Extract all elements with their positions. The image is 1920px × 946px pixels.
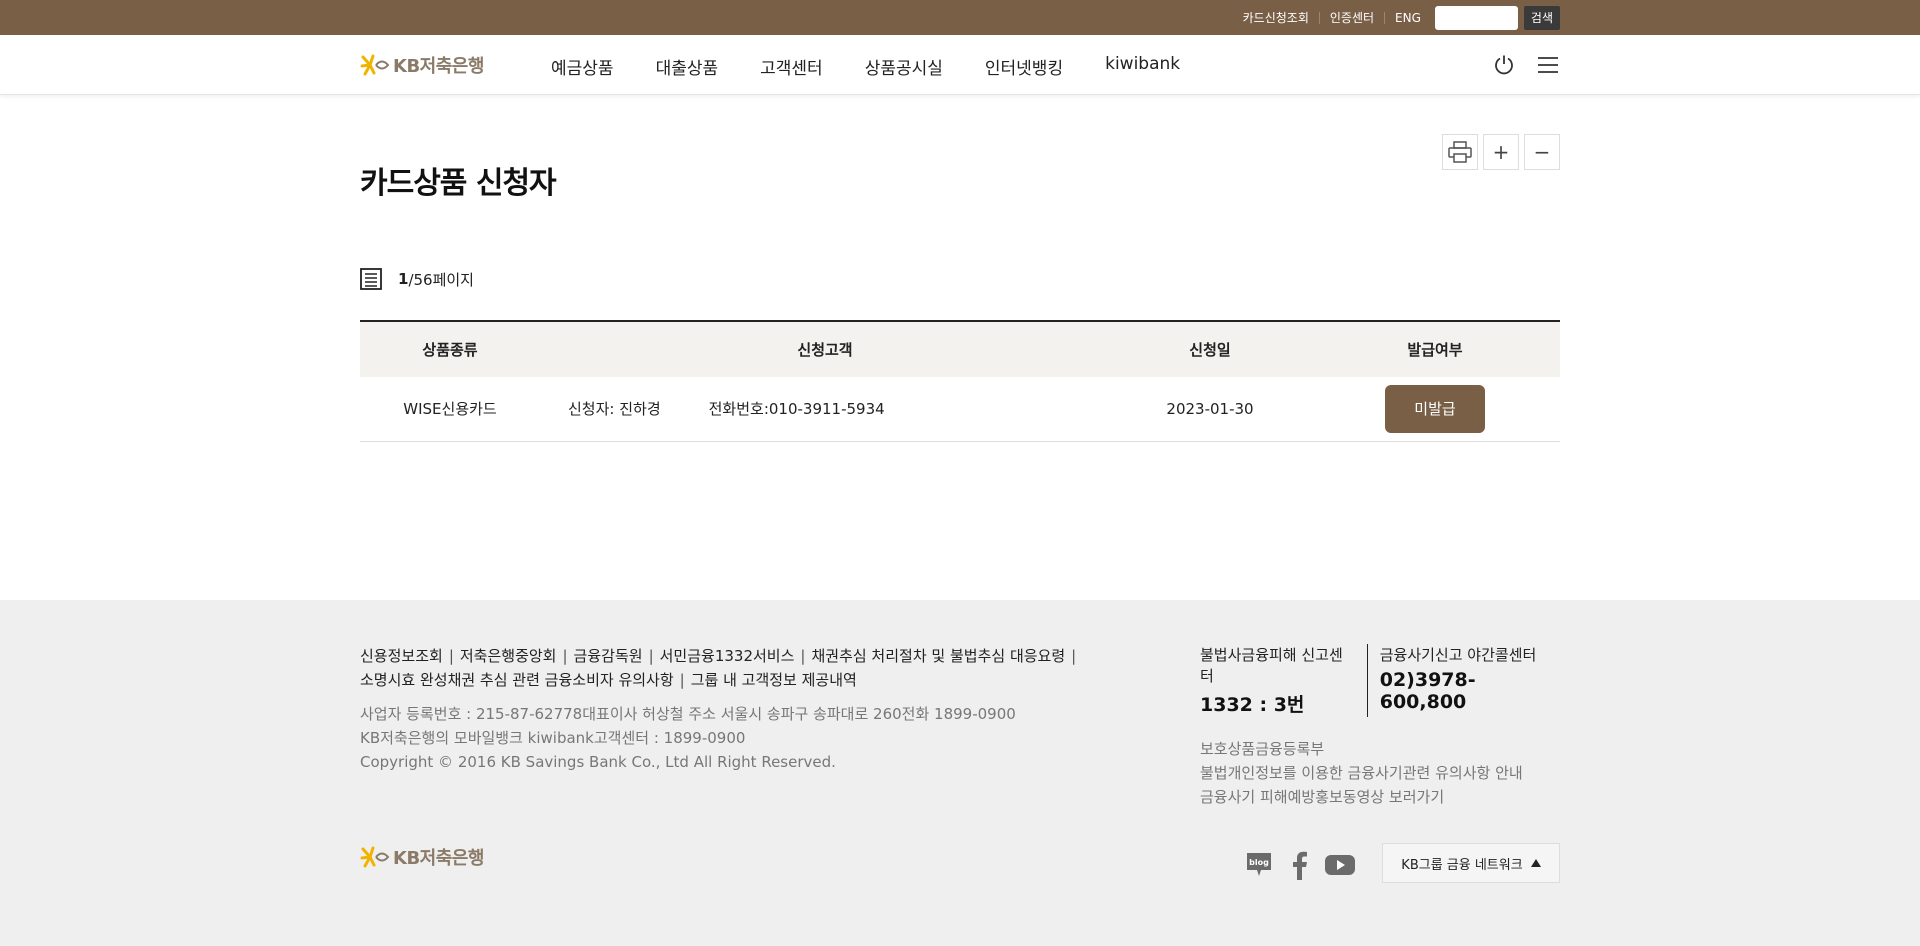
status-cell: 미발급 — [1310, 377, 1560, 442]
nav-customer-center[interactable]: 고객센터 — [760, 54, 823, 79]
copyright: Copyright © 2016 KB Savings Bank Co., Lt… — [360, 753, 836, 771]
center-label: 금융사기신고 야간콜센터 — [1379, 646, 1537, 664]
divider: | — [800, 647, 806, 665]
total-pages: /56페이지 — [408, 270, 474, 289]
center-number: 02)3978-600,800 — [1379, 669, 1476, 713]
nav-internet-banking[interactable]: 인터넷뱅킹 — [985, 54, 1063, 79]
nav-loan[interactable]: 대출상품 — [656, 54, 719, 79]
zoom-in-button[interactable]: + — [1483, 134, 1519, 170]
utility-links: 카드신청조회 인증센터 ENG — [1233, 11, 1431, 24]
footer-link-1332[interactable]: 서민금융1332서비스 — [660, 647, 795, 665]
nav-product-disclosure[interactable]: 상품공시실 — [865, 54, 943, 79]
fraud-night-center: 금융사기신고 야간콜센터 02)3978-600,800 — [1380, 644, 1560, 717]
page-info: 1/56페이지 — [360, 268, 474, 290]
divider: | — [648, 647, 654, 665]
print-icon — [1448, 141, 1472, 163]
nav-kiwibank[interactable]: kiwibank — [1105, 54, 1180, 79]
divider: | — [448, 647, 454, 665]
footer-right-links: 보호상품금융등록부 불법개인정보를 이용한 금융사기관련 유의사항 안내 금융사… — [1200, 737, 1560, 809]
footer-link-fss[interactable]: 금융감독원 — [574, 647, 643, 665]
col-apply-date: 신청일 — [1110, 321, 1310, 377]
divider: | — [562, 647, 568, 665]
search-button[interactable]: 검색 — [1523, 5, 1560, 30]
page-tools: + − — [1442, 134, 1560, 170]
footer-link-debt-collection[interactable]: 채권추심 처리절차 및 불법추심 대응요령 — [811, 647, 1065, 665]
header-icons — [1492, 53, 1560, 77]
network-label: KB그룹 금융 네트워크 — [1401, 857, 1523, 873]
divider: | — [679, 671, 685, 689]
list-icon — [360, 268, 382, 290]
product-cell: WISE신용카드 — [360, 377, 540, 442]
footer-link-group-info[interactable]: 그룹 내 고객정보 제공내역 — [691, 671, 857, 689]
company-info: 사업자 등록번호 : 215-87-62778대표이사 허상철 주소 서울시 송… — [360, 702, 1016, 774]
page-title: 카드상품 신청자 — [360, 166, 557, 201]
footer-link-statute-notice[interactable]: 소명시효 완성채권 추심 관련 금융소비자 유의사항 — [360, 671, 674, 689]
fraud-notice-link[interactable]: 불법개인정보를 이용한 금융사기관련 유의사항 안내 — [1200, 761, 1560, 785]
table-header-row: 상품종류 신청고객 신청일 발급여부 — [360, 321, 1560, 377]
logo-text: KB저축은행 — [393, 56, 484, 77]
col-applicant: 신청고객 — [540, 321, 1110, 377]
kb-network-button[interactable]: KB그룹 금융 네트워크 — [1382, 843, 1560, 883]
date-cell: 2023-01-30 — [1110, 377, 1310, 442]
youtube-icon[interactable] — [1324, 853, 1356, 877]
certification-center-link[interactable]: 인증센터 — [1320, 11, 1386, 24]
footer-right: 불법사금융피해 신고센터 1332 : 3번 금융사기신고 야간콜센터 02)3… — [1200, 644, 1560, 809]
minus-icon: − — [1533, 140, 1551, 164]
menu-icon[interactable] — [1536, 53, 1560, 77]
report-centers: 불법사금융피해 신고센터 1332 : 3번 금융사기신고 야간콜센터 02)3… — [1200, 644, 1560, 717]
english-link[interactable]: ENG — [1385, 12, 1431, 24]
kb-star-icon — [360, 54, 390, 76]
divider: | — [1071, 647, 1077, 665]
center-number: 1332 : 3번 — [1200, 694, 1305, 716]
footer-link-savings-federation[interactable]: 저축은행중앙회 — [460, 647, 557, 665]
content-area: 카드상품 신청자 + − 1/56페이지 상품종류 신청고객 신청일 발급여부 … — [0, 95, 1920, 600]
footer: 신용정보조회 | 저축은행중앙회 | 금융감독원 | 서민금융1332서비스 | 채권추심 처리… — [0, 600, 1920, 946]
footer-links: 신용정보조회 | 저축은행중앙회 | 금융감독원 | 서민금융1332서비스 | 채권추심 처리… — [360, 644, 1120, 692]
footer-logo: KB저축은행 — [360, 844, 484, 870]
status-button[interactable]: 미발급 — [1385, 384, 1485, 433]
mobile-bank-info: KB저축은행의 모바일뱅크 kiwibank고객센터 : 1899-0900 — [360, 729, 746, 747]
footer-link-credit-info[interactable]: 신용정보조회 — [360, 647, 443, 665]
fraud-video-link[interactable]: 금융사기 피해예방홍보동영상 보러가기 — [1200, 785, 1560, 809]
sns-links: blog — [1244, 850, 1356, 880]
col-product-type: 상품종류 — [360, 321, 540, 377]
business-info: 사업자 등록번호 : 215-87-62778대표이사 허상철 주소 서울시 송… — [360, 705, 1016, 723]
power-icon[interactable] — [1492, 53, 1516, 77]
logo-text: KB저축은행 — [393, 848, 484, 869]
search-input[interactable] — [1434, 5, 1518, 30]
center-label: 불법사금융피해 신고센터 — [1200, 646, 1343, 685]
print-button[interactable] — [1442, 134, 1478, 170]
utility-bar: 카드신청조회 인증센터 ENG 검색 — [0, 0, 1920, 35]
nav-deposit[interactable]: 예금상품 — [551, 54, 614, 79]
kb-logo[interactable]: KB저축은행 — [360, 52, 484, 78]
applicant-name: 신청자: 진하경 — [568, 400, 661, 419]
applicant-table: 상품종류 신청고객 신청일 발급여부 WISE신용카드 신청자: 진하경 전화번호… — [360, 320, 1560, 442]
kb-star-icon — [360, 846, 390, 868]
illegal-finance-center: 불법사금융피해 신고센터 1332 : 3번 — [1200, 644, 1368, 717]
svg-text:blog: blog — [1249, 858, 1269, 867]
card-application-inquiry-link[interactable]: 카드신청조회 — [1233, 11, 1320, 24]
zoom-out-button[interactable]: − — [1524, 134, 1560, 170]
top-search: 검색 — [1434, 5, 1560, 30]
global-nav: 예금상품 대출상품 고객센터 상품공시실 인터넷뱅킹 kiwibank — [551, 54, 1222, 79]
main-header: KB저축은행 예금상품 대출상품 고객센터 상품공시실 인터넷뱅킹 kiwiba… — [0, 35, 1920, 95]
caret-up-icon — [1530, 859, 1541, 867]
blog-icon[interactable]: blog — [1244, 850, 1274, 880]
protected-products-link[interactable]: 보호상품금융등록부 — [1200, 737, 1560, 761]
col-issue-status: 발급여부 — [1310, 321, 1560, 377]
applicant-phone: 전화번호:010-3911-5934 — [708, 400, 885, 419]
plus-icon: + — [1492, 140, 1510, 164]
table-row: WISE신용카드 신청자: 진하경 전화번호:010-3911-5934 2023… — [360, 377, 1560, 442]
current-page: 1 — [398, 270, 409, 288]
applicant-cell: 신청자: 진하경 전화번호:010-3911-5934 — [540, 377, 1110, 442]
facebook-icon[interactable] — [1290, 850, 1308, 880]
